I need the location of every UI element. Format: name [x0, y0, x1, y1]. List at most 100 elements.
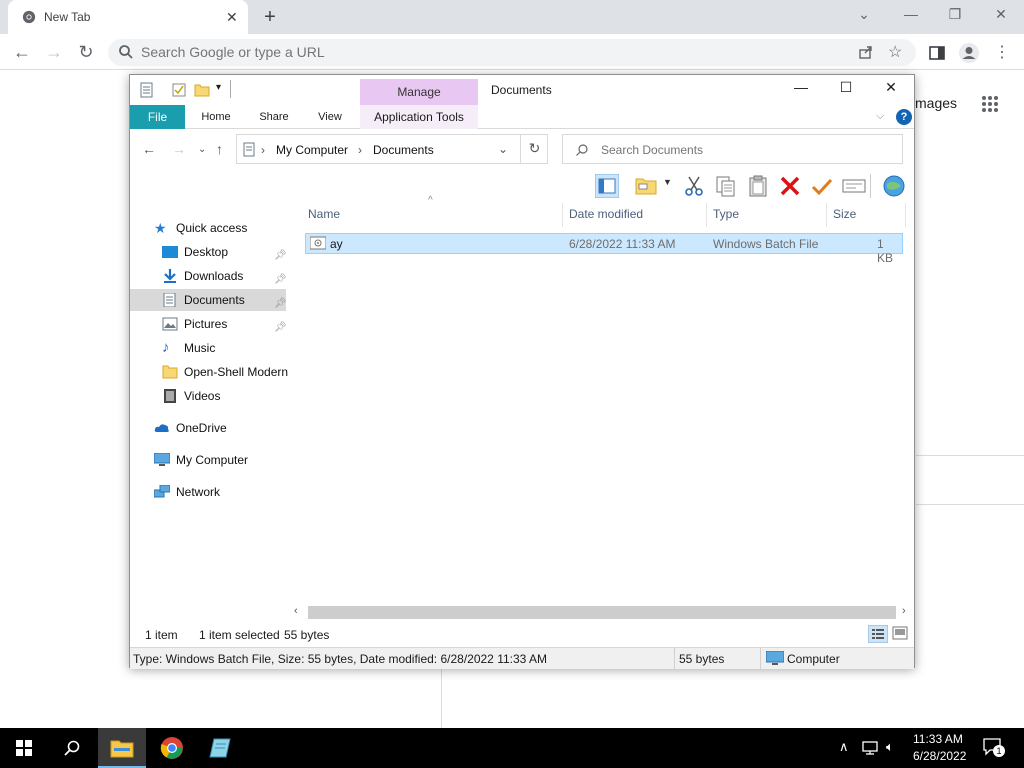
navigation-pane-icon[interactable]	[595, 174, 619, 198]
delete-icon[interactable]	[778, 174, 802, 198]
tab-view[interactable]: View	[310, 105, 350, 129]
explorer-document-icon	[140, 82, 153, 98]
column-divider[interactable]	[905, 203, 906, 227]
nav-pictures[interactable]: Pictures 📌︎	[162, 313, 290, 335]
search-documents-input[interactable]	[601, 141, 891, 159]
column-divider[interactable]	[706, 203, 707, 227]
nav-downloads[interactable]: Downloads 📌︎	[162, 265, 290, 287]
tab-close-icon[interactable]: ✕	[226, 9, 238, 26]
address-dropdown-icon[interactable]: ⌄	[498, 142, 508, 156]
bookmark-star-icon[interactable]: ☆	[888, 42, 902, 62]
chrome-menu-icon[interactable]: ⋮	[991, 42, 1013, 64]
tab-search-icon[interactable]: ⌄	[850, 6, 878, 26]
nav-documents[interactable]: Documents 📌︎	[130, 289, 287, 311]
pin-icon[interactable]: 📌︎	[274, 269, 287, 291]
address-bar[interactable]: › My Computer › Documents ⌄	[236, 134, 548, 164]
forward-icon[interactable]: →	[44, 43, 64, 63]
file-explorer-window[interactable]: ▾ Manage Documents — ☐ ✕ File Home Share…	[129, 74, 915, 670]
tab-file[interactable]: File	[130, 105, 185, 129]
customize-qat-icon[interactable]: ▾	[216, 82, 221, 93]
nav-network[interactable]: Network	[154, 481, 290, 503]
column-divider[interactable]	[562, 203, 563, 227]
column-divider[interactable]	[826, 203, 827, 227]
nav-onedrive[interactable]: OneDrive	[154, 417, 290, 439]
omnibox-input[interactable]	[141, 42, 841, 62]
ribbon-expand-icon[interactable]: ⌵	[876, 110, 884, 123]
explorer-close-icon[interactable]: ✕	[876, 79, 906, 101]
pin-icon[interactable]: 📌︎	[274, 317, 287, 339]
volume-icon[interactable]: 🔈︎	[886, 739, 894, 755]
network-tray-icon[interactable]	[862, 741, 880, 755]
up-icon[interactable]: ↑	[216, 141, 223, 157]
column-header-name[interactable]: Name	[308, 207, 340, 221]
taskbar-file-explorer[interactable]	[98, 728, 146, 768]
pin-icon[interactable]: 📌︎	[274, 293, 287, 315]
back-icon[interactable]: ←	[12, 43, 32, 63]
omnibox[interactable]: ☆	[108, 39, 916, 66]
nav-quick-access[interactable]: ★ Quick access	[154, 217, 290, 239]
properties-icon[interactable]	[172, 83, 186, 97]
help-icon[interactable]: ?	[896, 109, 912, 125]
pictures-icon	[162, 317, 178, 331]
google-apps-icon[interactable]	[981, 95, 1001, 115]
taskbar-chrome[interactable]	[148, 728, 196, 768]
breadcrumb-my-computer[interactable]: My Computer	[276, 143, 348, 157]
explorer-forward-icon[interactable]: →	[172, 141, 186, 157]
new-tab-button[interactable]: +	[258, 6, 282, 28]
share-icon[interactable]	[858, 44, 874, 60]
scroll-right-icon[interactable]: ›	[902, 605, 906, 617]
file-row[interactable]: ay 6/28/2022 11:33 AM Windows Batch File…	[305, 233, 903, 265]
breadcrumb-separator[interactable]: ›	[358, 143, 362, 157]
tab-application-tools[interactable]: Application Tools	[360, 105, 478, 129]
explorer-maximize-icon[interactable]: ☐	[831, 79, 861, 101]
paste-icon[interactable]	[746, 174, 770, 198]
details-view-icon[interactable]	[868, 625, 888, 643]
clock-time[interactable]: 11:33 AM	[913, 732, 963, 746]
column-header-date-modified[interactable]: Date modified	[569, 207, 643, 221]
close-icon[interactable]: ✕	[987, 6, 1015, 26]
horizontal-scrollbar[interactable]: ‹ ›	[292, 605, 914, 621]
column-header-size[interactable]: Size	[833, 207, 856, 221]
nav-open-shell-modern[interactable]: Open-Shell Modern	[162, 361, 290, 383]
breadcrumb-documents[interactable]: Documents	[373, 143, 434, 157]
taskbar-app[interactable]	[196, 728, 244, 768]
nav-desktop[interactable]: Desktop 📌︎	[162, 241, 290, 263]
properties-panel-icon[interactable]	[842, 174, 866, 198]
show-hidden-icons[interactable]: ∧	[839, 739, 849, 755]
new-folder-icon[interactable]	[194, 83, 210, 97]
breadcrumb-separator[interactable]: ›	[261, 143, 265, 157]
internet-explorer-globe-icon[interactable]	[882, 174, 906, 198]
cut-icon[interactable]	[682, 174, 706, 198]
explorer-back-icon[interactable]: ←	[142, 141, 156, 157]
refresh-icon[interactable]: ↻	[520, 134, 548, 164]
restore-icon[interactable]: ❐	[941, 6, 969, 26]
side-panel-icon[interactable]	[926, 42, 948, 64]
tab-home[interactable]: Home	[194, 105, 238, 129]
taskbar-search-button[interactable]	[48, 728, 96, 768]
images-link[interactable]: mages	[915, 95, 957, 111]
reload-icon[interactable]: ↻	[76, 43, 96, 63]
onedrive-cloud-icon	[154, 424, 169, 432]
start-button[interactable]	[0, 728, 48, 768]
recent-locations-icon[interactable]: ⌄	[198, 144, 206, 155]
action-center-icon[interactable]: 1	[983, 738, 1007, 758]
explorer-minimize-icon[interactable]: —	[786, 79, 816, 101]
copy-icon[interactable]	[714, 174, 738, 198]
nav-my-computer[interactable]: My Computer	[154, 449, 290, 471]
folder-options-icon[interactable]	[634, 174, 658, 198]
chrome-tab-new-tab[interactable]: New Tab ✕	[8, 0, 248, 34]
scrollbar-thumb[interactable]	[308, 606, 896, 619]
search-documents-box[interactable]	[562, 134, 903, 164]
nav-videos[interactable]: Videos	[162, 385, 290, 407]
clock-date[interactable]: 6/28/2022	[913, 749, 966, 763]
tab-share[interactable]: Share	[252, 105, 296, 129]
rename-checkmark-icon[interactable]	[810, 174, 834, 198]
nav-music[interactable]: ♪ Music	[162, 337, 290, 359]
scroll-left-icon[interactable]: ‹	[294, 605, 298, 617]
pin-icon[interactable]: 📌︎	[274, 245, 287, 267]
minimize-icon[interactable]: —	[897, 6, 925, 26]
column-header-type[interactable]: Type	[713, 207, 739, 221]
profile-avatar-icon[interactable]	[958, 42, 980, 64]
navigation-pane: ★ Quick access Desktop 📌︎ Downloads 📌︎ D…	[130, 203, 290, 603]
large-icons-view-icon[interactable]	[892, 626, 908, 640]
